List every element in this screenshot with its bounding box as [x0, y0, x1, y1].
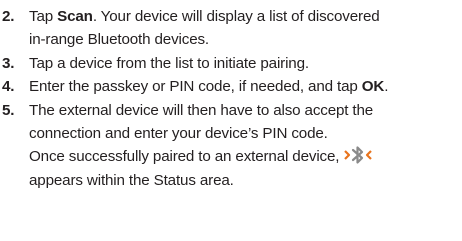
- bluetooth-connected-icon: [344, 146, 373, 165]
- step-note-continuation: appears within the Status area.: [29, 171, 234, 189]
- ok-label: OK: [361, 78, 385, 96]
- step-text: Tap Scan. Your device will display a lis…: [29, 8, 380, 25]
- step-continuation: connection and enter your device’s PIN c…: [29, 125, 328, 143]
- step-5: 5. The external device will then have to…: [0, 99, 462, 193]
- step-number: 4.: [2, 78, 15, 96]
- instruction-steps: 2. Tap Scan. Your device will display a …: [0, 0, 462, 241]
- step-number: 5.: [2, 101, 15, 119]
- scan-label: Scan: [57, 8, 93, 25]
- step-number: 3.: [2, 54, 15, 72]
- step-text: Tap a device from the list to initiate p…: [29, 54, 309, 72]
- step-2: 2. Tap Scan. Your device will display a …: [0, 5, 462, 52]
- step-3: 3. Tap a device from the list to initiat…: [0, 52, 462, 75]
- step-number: 2.: [2, 8, 15, 25]
- step-continuation: in-range Bluetooth devices.: [29, 31, 210, 49]
- step-note: Once successfully paired to an external …: [29, 145, 462, 168]
- step-text: Enter the passkey or PIN code, if needed…: [29, 78, 389, 96]
- step-text: The external device will then have to al…: [29, 101, 374, 119]
- step-4: 4. Enter the passkey or PIN code, if nee…: [0, 75, 462, 98]
